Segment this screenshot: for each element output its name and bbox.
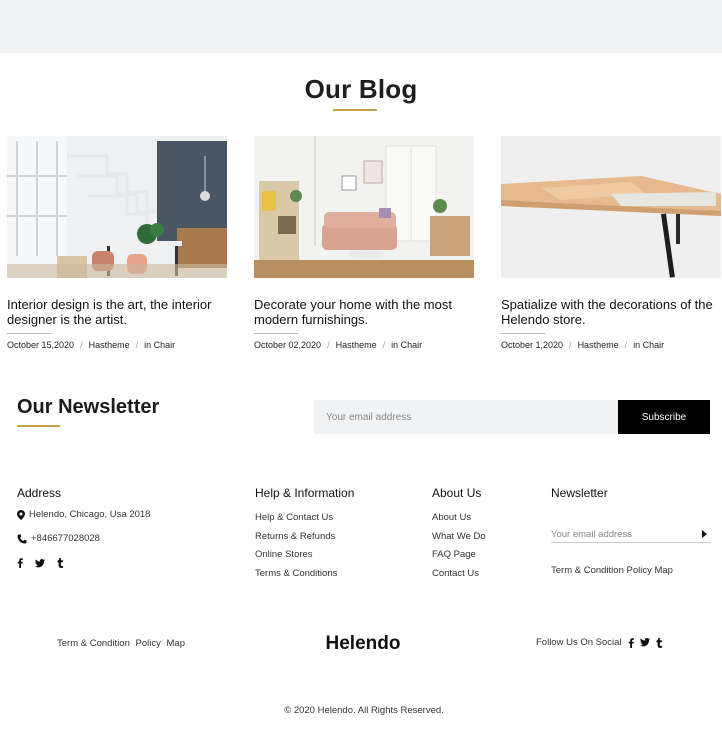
follow-social: Follow Us On Social bbox=[536, 637, 663, 648]
footer-link-terms[interactable]: Terms & Conditions bbox=[255, 565, 354, 584]
footer-link-contact-us[interactable]: Contact Us bbox=[432, 565, 486, 584]
footer-help-heading: Help & Information bbox=[255, 486, 355, 500]
blog-post-meta: October 15,2020 / Hastheme / in Chair bbox=[7, 340, 227, 350]
submit-arrow-icon[interactable] bbox=[700, 529, 708, 539]
meta-separator: / bbox=[569, 340, 572, 350]
tumblr-icon[interactable] bbox=[57, 558, 64, 568]
blog-post-image-desk[interactable] bbox=[501, 136, 721, 278]
blog-section-title: Our Blog bbox=[304, 74, 418, 104]
blog-post-card[interactable]: Interior design is the art, the interior… bbox=[7, 136, 227, 350]
meta-separator: / bbox=[624, 340, 628, 350]
footer-link-faq[interactable]: FAQ Page bbox=[432, 546, 486, 565]
footer-address-column: Address Helendo, Chicago, Usa 2018 +8466… bbox=[17, 486, 150, 568]
blog-post-title[interactable]: Interior design is the art, the interior… bbox=[7, 297, 227, 327]
meta-separator: / bbox=[135, 340, 139, 350]
footer-newsletter-column: Newsletter bbox=[551, 486, 608, 509]
footer-link-about-us[interactable]: About Us bbox=[432, 509, 486, 528]
twitter-icon[interactable] bbox=[639, 638, 650, 647]
post-date: October 1,2020 bbox=[501, 340, 564, 350]
post-author[interactable]: Hastheme bbox=[336, 340, 377, 350]
follow-label: Follow Us On Social bbox=[536, 637, 622, 648]
twitter-icon[interactable] bbox=[35, 558, 45, 568]
newsletter-title-underline bbox=[17, 425, 60, 427]
address-phone: +846677028028 bbox=[17, 533, 150, 544]
tumblr-icon[interactable] bbox=[655, 637, 663, 648]
blog-post-title[interactable]: Spatialize with the decorations of the H… bbox=[501, 297, 721, 327]
footer-social-icons bbox=[17, 558, 150, 568]
post-category[interactable]: in Chair bbox=[391, 340, 422, 350]
copyright-text: © 2020 Helendo. All Rights Reserved. bbox=[284, 705, 444, 716]
post-author[interactable]: Hastheme bbox=[578, 340, 619, 350]
newsletter-section-title: Our Newsletter bbox=[17, 396, 160, 418]
facebook-icon[interactable] bbox=[628, 637, 634, 648]
footer-address-heading: Address bbox=[17, 486, 62, 500]
blog-post-card[interactable]: Spatialize with the decorations of the H… bbox=[501, 136, 721, 350]
meta-separator: / bbox=[327, 340, 330, 350]
post-date: October 02,2020 bbox=[254, 340, 322, 350]
post-author[interactable]: Hastheme bbox=[89, 340, 130, 350]
blog-post-meta: October 02,2020 / Hastheme / in Chair bbox=[254, 340, 474, 350]
blog-post-card[interactable]: Decorate your home with the most modern … bbox=[254, 136, 474, 350]
meta-separator: / bbox=[382, 340, 386, 350]
address-location-text: Helendo, Chicago, Usa 2018 bbox=[29, 509, 151, 520]
subscribe-button[interactable]: Subscribe bbox=[618, 400, 710, 434]
top-band bbox=[0, 0, 722, 53]
footer-about-column: About Us About Us What We Do FAQ Page Co… bbox=[432, 486, 486, 583]
address-phone-text[interactable]: +846677028028 bbox=[31, 533, 100, 544]
footer-link-help-contact[interactable]: Help & Contact Us bbox=[255, 509, 354, 528]
meta-separator: / bbox=[80, 340, 83, 350]
footer-about-heading: About Us bbox=[432, 486, 482, 500]
footer-newsletter-links[interactable]: Term & Condition Policy Map bbox=[551, 565, 673, 576]
footer-link-online-stores[interactable]: Online Stores bbox=[255, 546, 354, 565]
footer-newsletter-email-input[interactable] bbox=[551, 527, 711, 543]
footer-link-what-we-do[interactable]: What We Do bbox=[432, 528, 486, 547]
phone-icon bbox=[17, 534, 27, 544]
map-pin-icon bbox=[17, 509, 25, 520]
post-category[interactable]: in Chair bbox=[633, 340, 664, 350]
post-divider bbox=[501, 333, 545, 334]
newsletter-email-input[interactable] bbox=[314, 400, 618, 434]
address-location: Helendo, Chicago, Usa 2018 bbox=[17, 509, 150, 520]
post-divider bbox=[254, 333, 298, 334]
post-category[interactable]: in Chair bbox=[144, 340, 175, 350]
blog-post-image-kitchen[interactable] bbox=[7, 136, 227, 278]
blog-post-meta: October 1,2020 / Hastheme / in Chair bbox=[501, 340, 721, 350]
post-divider bbox=[7, 333, 51, 334]
blog-title-underline bbox=[333, 109, 377, 111]
footer-link-returns[interactable]: Returns & Refunds bbox=[255, 528, 354, 547]
footer-newsletter-heading: Newsletter bbox=[551, 486, 608, 500]
blog-post-title[interactable]: Decorate your home with the most modern … bbox=[254, 297, 474, 327]
post-date: October 15,2020 bbox=[7, 340, 75, 350]
blog-post-image-living-room[interactable] bbox=[254, 136, 474, 278]
facebook-icon[interactable] bbox=[17, 558, 23, 568]
footer-help-column: Help & Information Help & Contact Us Ret… bbox=[255, 486, 354, 583]
